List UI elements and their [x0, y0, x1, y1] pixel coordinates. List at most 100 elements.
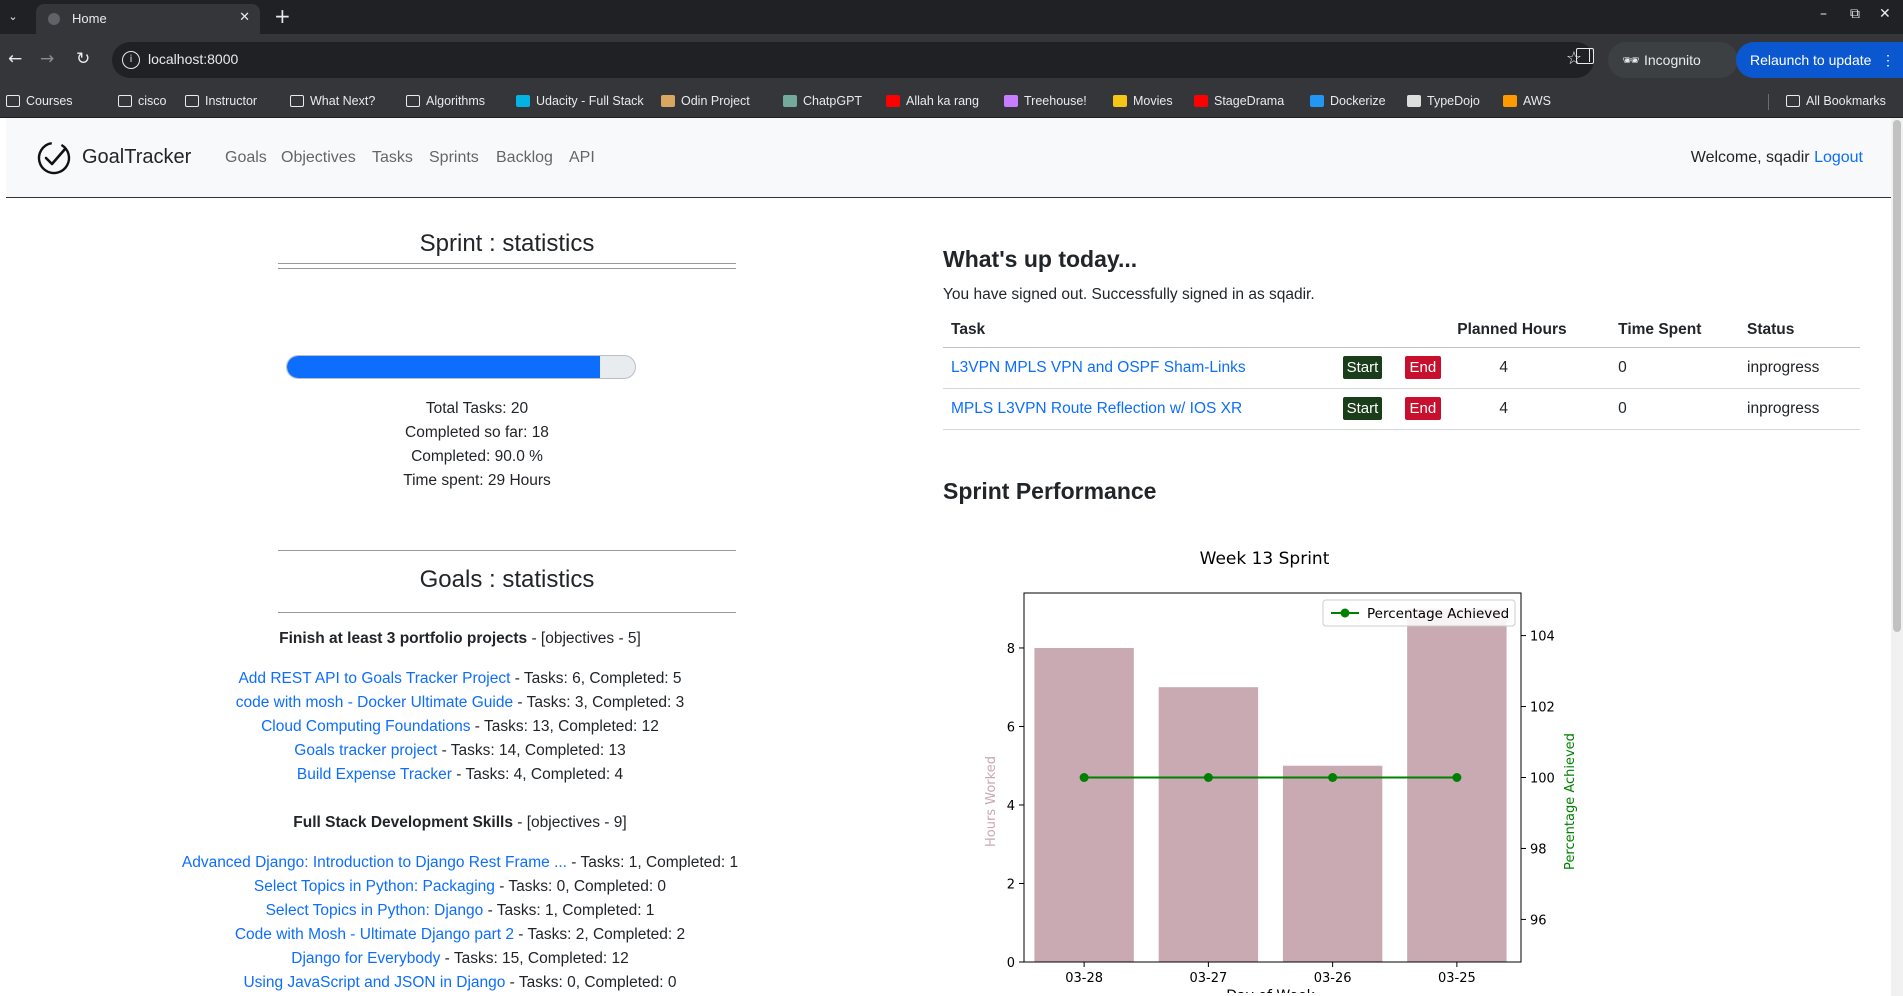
objective-link[interactable]: Advanced Django: Introduction to Django …	[182, 854, 567, 871]
objective-link[interactable]: Build Expense Tracker	[297, 766, 452, 783]
task-link[interactable]: MPLS L3VPN Route Reflection w/ IOS XR	[951, 400, 1242, 417]
folder-icon	[6, 95, 20, 107]
brand-name[interactable]: GoalTracker	[82, 146, 191, 169]
bookmark-label: cisco	[138, 94, 167, 108]
start-button[interactable]: Start	[1342, 356, 1383, 379]
end-button[interactable]: End	[1404, 397, 1442, 420]
sprint-progress-fill	[287, 356, 601, 378]
close-tab-icon[interactable]: ✕	[239, 10, 250, 25]
end-button[interactable]: End	[1404, 356, 1442, 379]
back-icon[interactable]: ←	[8, 48, 22, 70]
legend-marker	[1340, 608, 1350, 618]
objective-link[interactable]: Cloud Computing Foundations	[261, 718, 470, 735]
forward-icon[interactable]: →	[40, 48, 54, 70]
reload-icon[interactable]: ↻	[76, 48, 90, 70]
bookmark-stagedrama[interactable]: StageDrama	[1194, 94, 1284, 108]
objective-link[interactable]: Select Topics in Python: Django	[266, 902, 484, 919]
all-bookmarks-folder[interactable]: All Bookmarks	[1786, 94, 1886, 108]
objective-link[interactable]: Goals tracker project	[294, 742, 437, 759]
site-info-icon[interactable]: i	[122, 51, 140, 69]
bookmark-aws[interactable]: AWS	[1503, 94, 1551, 108]
play-icon	[1310, 95, 1324, 107]
nav-backlog[interactable]: Backlog	[496, 149, 553, 167]
minimize-icon[interactable]: –	[1820, 6, 1827, 22]
welcome-area: Welcome, sqadir Logout	[1691, 149, 1863, 167]
logout-link[interactable]: Logout	[1814, 149, 1863, 166]
col-time-spent: Time Spent	[1610, 313, 1740, 348]
objective-link[interactable]: Django for Everybody	[291, 950, 440, 967]
bookmark-what-next[interactable]: What Next?	[290, 94, 375, 108]
col-planned-hours: Planned Hours	[1449, 313, 1611, 348]
bookmark-typedojo[interactable]: TypeDojo	[1407, 94, 1480, 108]
status: inprogress	[1739, 347, 1860, 389]
odin-icon	[661, 95, 675, 107]
y-right-tick-label: 102	[1530, 701, 1555, 716]
close-window-icon[interactable]: ✕	[1879, 6, 1891, 22]
app-navbar: GoalTracker Goals Objectives Tasks Sprin…	[6, 118, 1895, 198]
bookmark-label: StageDrama	[1214, 94, 1285, 108]
x-axis-label: Day of Week	[1226, 988, 1315, 993]
objective-link[interactable]: Using JavaScript and JSON in Django	[243, 974, 505, 991]
goal-check-logo-icon[interactable]	[36, 140, 72, 176]
relaunch-button[interactable]: Relaunch to update ⋮	[1736, 42, 1903, 78]
bookmark-cisco[interactable]: cisco	[118, 94, 166, 108]
address-bar[interactable]: i localhost:8000 ☆	[112, 42, 1594, 78]
bookmark-label: Allah ka rang	[906, 94, 979, 108]
browser-tab-home[interactable]: Home ✕	[36, 4, 260, 34]
x-tick-label: 03-28	[1065, 971, 1103, 986]
goal-name: Full Stack Development Skills	[293, 814, 513, 831]
youtube-icon	[1194, 95, 1208, 107]
table-row: MPLS L3VPN Route Reflection w/ IOS XR St…	[943, 388, 1860, 430]
goal-name: Finish at least 3 portfolio projects	[279, 630, 528, 647]
nav-tasks[interactable]: Tasks	[372, 149, 413, 167]
page-scrollbar[interactable]	[1891, 118, 1903, 996]
bookmark-movies[interactable]: Movies	[1113, 94, 1173, 108]
objective-link[interactable]: Add REST API to Goals Tracker Project	[238, 670, 510, 687]
bookmark-courses[interactable]: Courses	[6, 94, 73, 108]
url-text[interactable]: localhost:8000	[148, 51, 238, 67]
objective-row: Goals tracker project - Tasks: 14, Compl…	[150, 742, 770, 760]
nav-objectives[interactable]: Objectives	[281, 149, 356, 167]
side-panel-icon[interactable]	[1576, 48, 1594, 64]
objective-row: Advanced Django: Introduction to Django …	[150, 854, 770, 872]
objective-row: Using JavaScript and JSON in Django - Ta…	[150, 974, 770, 992]
objective-link[interactable]: Select Topics in Python: Packaging	[254, 878, 495, 895]
sprint-performance-chart: Week 13 Sprint 0 2 4 6 8 96 98 100 102 104 03-28 03-…	[984, 549, 1578, 993]
bookmark-treehouse[interactable]: Treehouse!	[1004, 94, 1087, 108]
task-link[interactable]: L3VPN MPLS VPN and OSPF Sham-Links	[951, 359, 1246, 376]
scrollbar-thumb[interactable]	[1893, 120, 1901, 632]
objective-link[interactable]: code with mosh - Docker Ultimate Guide	[236, 694, 513, 711]
bookmark-allah-ka-rang[interactable]: Allah ka rang	[886, 94, 979, 108]
new-tab-icon[interactable]: +	[274, 6, 291, 26]
objective-info: - Tasks: 14, Completed: 13	[437, 742, 626, 759]
bookmark-udacity-full-stack[interactable]: Udacity - Full Stack	[516, 94, 644, 108]
start-button[interactable]: Start	[1342, 397, 1383, 420]
incognito-indicator[interactable]: 🕶 Incognito	[1608, 42, 1738, 78]
bookmark-odin-project[interactable]: Odin Project	[661, 94, 750, 108]
bookmark-chatpgpt[interactable]: ChatpGPT	[783, 94, 862, 108]
nav-sprints[interactable]: Sprints	[429, 149, 479, 167]
objective-link[interactable]: Code with Mosh - Ultimate Django part 2	[235, 926, 514, 943]
x-tick-label: 03-26	[1314, 971, 1352, 986]
nav-api[interactable]: API	[569, 149, 595, 167]
bookmark-instructor[interactable]: Instructor	[185, 94, 257, 108]
more-menu-icon[interactable]: ⋮	[1881, 42, 1895, 78]
objective-info: - Tasks: 15, Completed: 12	[440, 950, 629, 967]
bookmark-algorithms[interactable]: Algorithms	[406, 94, 485, 108]
objective-row: Code with Mosh - Ultimate Django part 2 …	[150, 926, 770, 944]
incognito-icon: 🕶	[1622, 52, 1640, 68]
nav-goals[interactable]: Goals	[225, 149, 267, 167]
y-right-tick-label: 98	[1530, 842, 1547, 857]
tab-search-chevron-icon[interactable]: ⌄	[4, 8, 22, 26]
restore-icon[interactable]: ⧉	[1850, 6, 1860, 22]
percentage-point-03-26	[1328, 773, 1338, 782]
objective-info: - Tasks: 1, Completed: 1	[483, 902, 655, 919]
chart-title: Week 13 Sprint	[1200, 549, 1330, 569]
percentage-point-03-25	[1452, 773, 1462, 782]
col-start	[1334, 313, 1397, 348]
chart-bar-03-27	[1158, 687, 1259, 962]
bookmark-dockerize[interactable]: Dockerize	[1310, 94, 1386, 108]
udacity-icon	[516, 95, 530, 107]
bookmark-label: Movies	[1133, 94, 1173, 108]
objective-row: Build Expense Tracker - Tasks: 4, Comple…	[150, 766, 770, 784]
